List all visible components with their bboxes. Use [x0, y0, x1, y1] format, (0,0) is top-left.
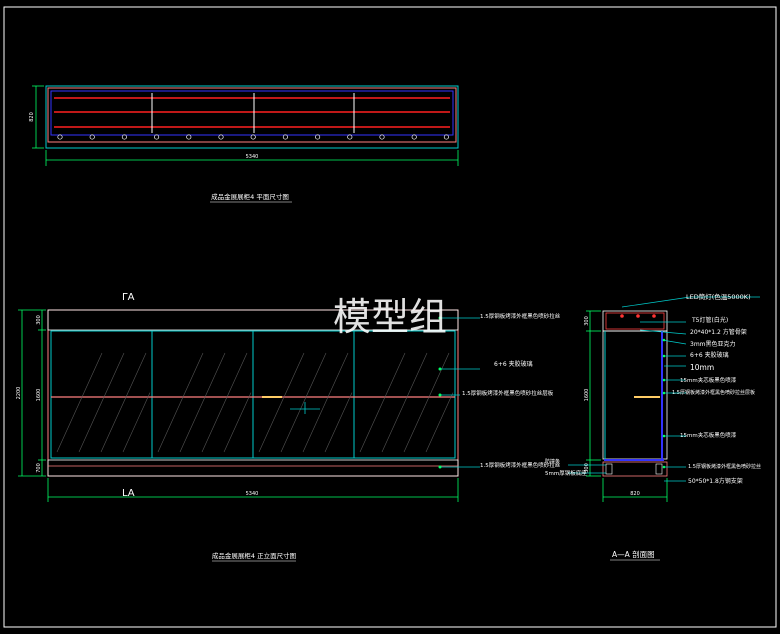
glass-hatch-line: [56, 352, 103, 453]
plan-shelves: [54, 97, 450, 128]
elevation-width-dimension: [47, 478, 459, 502]
section-callout-panel-1: 15mm夹芯板黑色喷漆: [680, 376, 737, 384]
section-callout-glass: 6+6 夹胶玻璃: [690, 351, 729, 359]
section-callout-bracket: 50*50*1.8方钢支架: [688, 477, 743, 485]
section-width-label: 820: [630, 491, 640, 497]
glass-hatch-line: [302, 352, 349, 453]
watermark: 模型组: [333, 295, 447, 339]
glass-hatch-line: [280, 352, 327, 453]
center-mark: [290, 402, 320, 414]
glass-hatch-line: [157, 352, 204, 453]
section-callout-base-plate: 5mm厚钢板底座: [545, 469, 587, 477]
elevation-view: ΓA LA 5340 2200 300 1600 700 1.5厚钢板烤漆外框黑…: [16, 292, 561, 562]
section-callout-led: LED筒灯(色温5000K): [686, 292, 751, 301]
plan-title: 成品金展展柜4 平面尺寸图: [211, 192, 289, 201]
plan-width-label: 5340: [246, 154, 259, 160]
plan-cabinet-body: [47, 87, 457, 143]
glass-hatch-line: [223, 392, 252, 453]
glass-hatch-line: [381, 352, 428, 453]
section-title: A—A 剖面图: [612, 549, 655, 559]
glass-reflection-hatch: [56, 352, 454, 453]
section-cabinet-body: [602, 330, 668, 460]
section-base-inner-right: [655, 463, 663, 475]
glass-hatch-line: [324, 392, 353, 453]
glass-hatch-line: [100, 352, 147, 453]
glass-hatch-line: [122, 392, 151, 453]
elevation-callout-dots: [438, 316, 442, 469]
glass-hatch-line: [179, 352, 226, 453]
section-width-dimension: [602, 478, 668, 502]
section-callout-t5: T5灯管(白光): [691, 316, 728, 324]
section-height-label: 1600: [584, 389, 590, 402]
elevation-callout-3: 1.5厚钢板烤漆外框黑色喷砂拉丝层板: [462, 389, 554, 397]
elevation-glass-dividers: [151, 331, 355, 458]
glass-hatch-line: [78, 352, 125, 453]
section-callout-frame: 20*40*1.2 方管骨架: [690, 328, 747, 336]
section-callout-steel: 1.5厚钢板烤漆外框黑色喷砂拉丝: [688, 463, 761, 470]
glass-hatch-line: [258, 352, 305, 453]
elevation-height-bottom: 700: [36, 463, 42, 473]
section-base-inner: [605, 463, 613, 475]
section-callout-10mm: 10mm: [690, 363, 714, 372]
elevation-callout-2: 6+6 夹胶玻璃: [494, 360, 533, 368]
plan-view: 5340 820 成品金展展柜4 平面尺寸图: [29, 85, 459, 203]
section-callout-panel-2: 15mm夹芯板黑色喷漆: [680, 431, 737, 439]
glass-hatch-line: [359, 352, 406, 453]
section-callout-acrylic: 3mm黑色亚克力: [690, 340, 736, 348]
cad-drawing-canvas: 5340 820 成品金展展柜4 平面尺寸图 ΓA LA 5340 2200 3…: [3, 6, 777, 628]
section-height-top: 300: [584, 316, 590, 326]
section-top-box: [602, 310, 668, 332]
elevation-height-total: 2200: [16, 387, 22, 400]
section-mark-top: ΓA: [122, 292, 135, 303]
glass-hatch-line: [403, 352, 450, 453]
glass-hatch-line: [201, 352, 248, 453]
elevation-height-middle: 1600: [36, 389, 42, 402]
section-view: 820 300 1600 300 LED筒灯(色温5000K) T5灯管(白光)…: [545, 292, 761, 561]
section-callout-bumper: 防撞条: [545, 458, 560, 465]
elevation-title: 成品金展展柜4 正立面尺寸图: [212, 551, 296, 560]
elevation-width-label: 5340: [246, 491, 259, 497]
section-callout-shelf: 1.5厚钢板烤漆外框黑色喷砂拉丝层板: [672, 389, 755, 396]
elevation-base: [47, 459, 459, 477]
section-callout-dots: [662, 338, 666, 469]
section-led-fixtures: [620, 314, 656, 318]
elevation-callout-1: 1.5厚钢板烤漆外框黑色喷砂拉丝: [480, 312, 561, 320]
elevation-height-top: 300: [36, 315, 42, 325]
glass-hatch-line: [425, 392, 454, 453]
plan-depth-label: 820: [29, 112, 35, 122]
